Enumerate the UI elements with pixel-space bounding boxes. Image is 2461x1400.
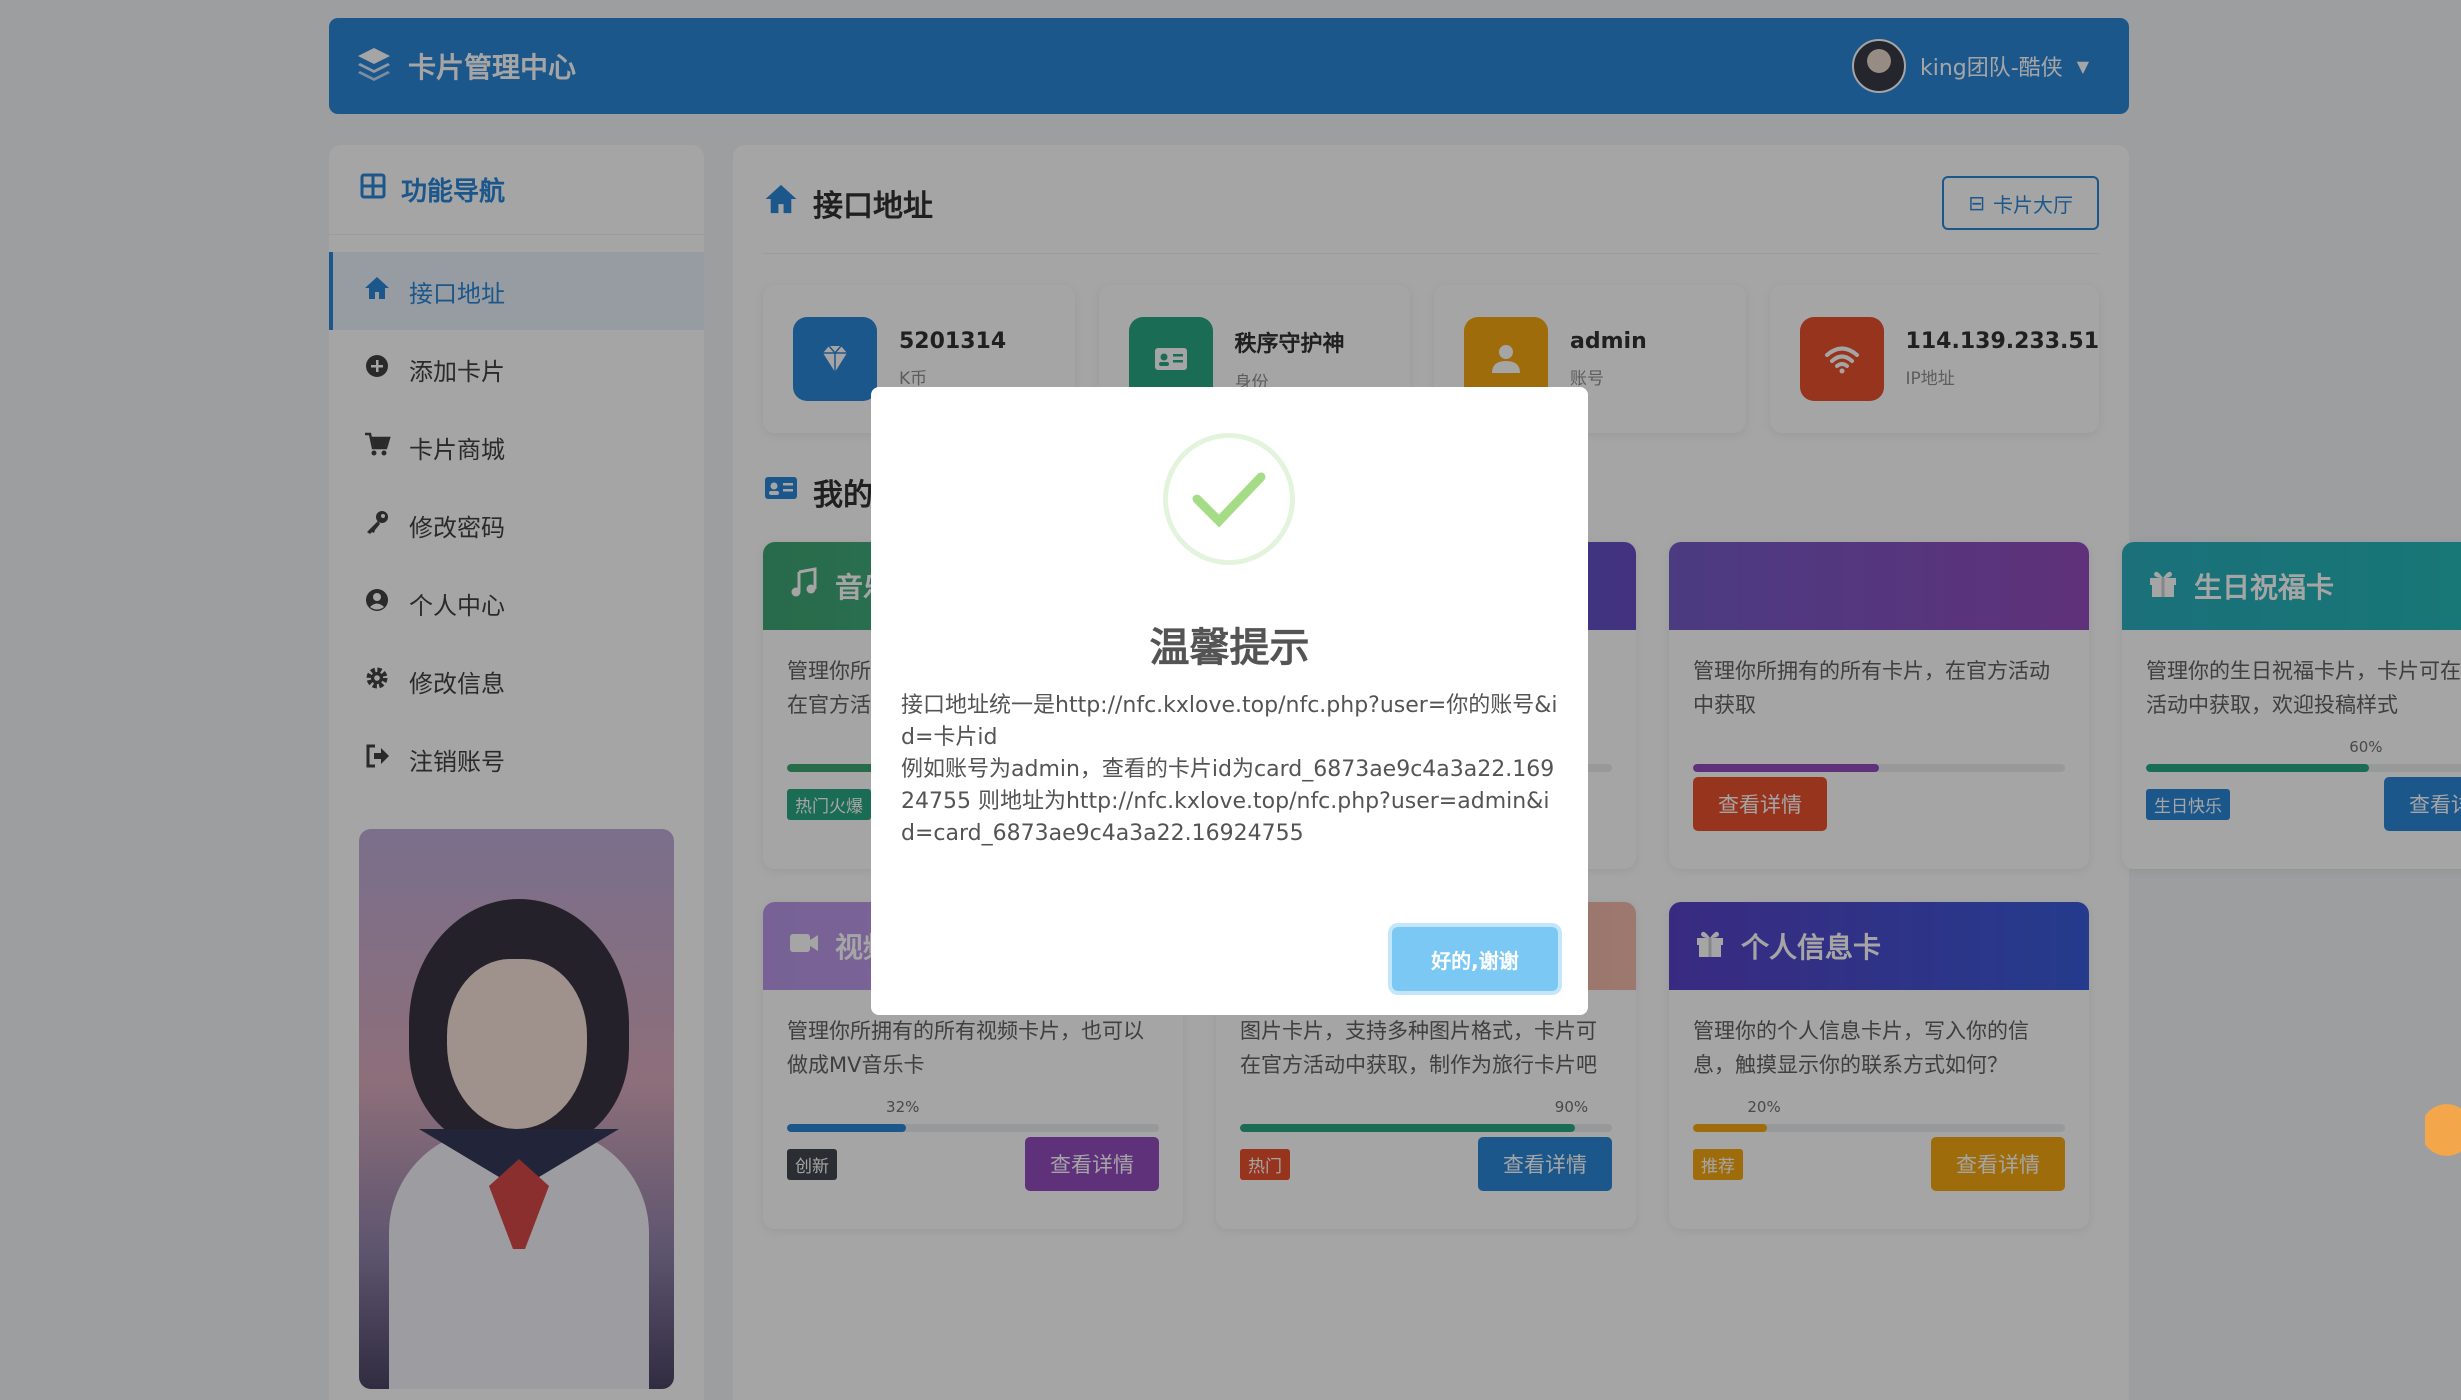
mascot-widget[interactable] (2425, 1090, 2461, 1190)
dialog-line: 例如账号为admin，查看的卡片id为card_6873ae9c4a3a22.1… (901, 757, 1555, 846)
dialog-title: 温馨提示 (1149, 625, 1310, 671)
success-check-icon (1163, 433, 1295, 565)
dialog-body: 接口地址统一是http://nfc.kxlove.top/nfc.php?use… (901, 690, 1558, 850)
alert-dialog: 温馨提示 接口地址统一是http://nfc.kxlove.top/nfc.ph… (871, 387, 1588, 1015)
dialog-line: 接口地址统一是http://nfc.kxlove.top/nfc.php?use… (901, 693, 1558, 750)
ok-button[interactable]: 好的,谢谢 (1392, 927, 1558, 991)
